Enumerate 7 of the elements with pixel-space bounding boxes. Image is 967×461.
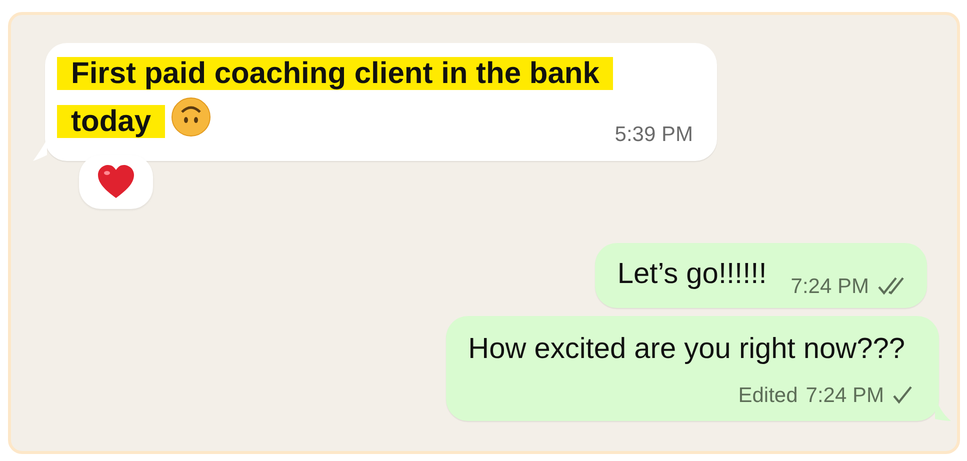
message-text: Let’s go!!!!!! <box>617 256 767 292</box>
message-time: 7:24 PM <box>806 382 884 408</box>
message-time: 5:39 PM <box>614 122 693 148</box>
edited-label: Edited <box>738 382 798 408</box>
heart-icon <box>97 164 135 200</box>
message-time: 7:24 PM <box>790 274 869 300</box>
message-text: How excited are you right now??? <box>468 332 905 367</box>
